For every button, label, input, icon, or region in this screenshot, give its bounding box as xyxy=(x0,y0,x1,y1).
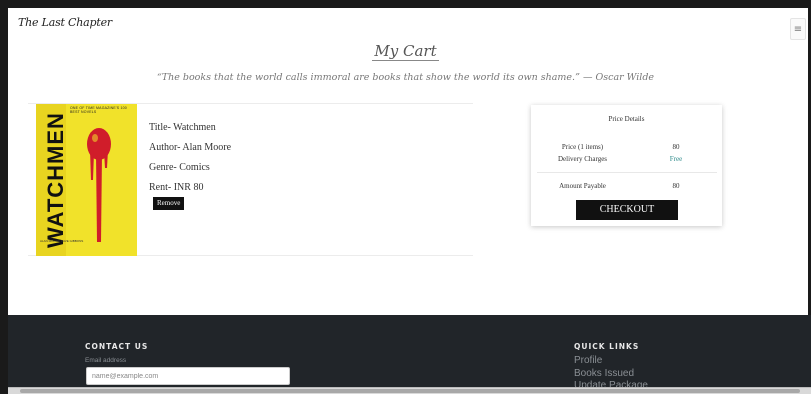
total-label: Amount Payable xyxy=(559,182,606,190)
delivery-value: Free xyxy=(669,155,683,163)
cover-credits: ALAN MOORE DAVE GIBBONS xyxy=(40,239,84,243)
quick-links-heading: QUICK LINKS xyxy=(574,342,640,351)
cart-item: ONE OF TIME MAGAZINE'S 100 BEST NOVELS W… xyxy=(28,103,473,256)
page-quote: “The books that the world calls immoral … xyxy=(156,72,655,83)
brand-logo[interactable]: The Last Chapter xyxy=(18,16,112,29)
blood-drip-graphic xyxy=(87,128,111,242)
book-cover-image: ONE OF TIME MAGAZINE'S 100 BEST NOVELS W… xyxy=(36,104,137,256)
cover-tagline: ONE OF TIME MAGAZINE'S 100 BEST NOVELS xyxy=(70,106,127,114)
hamburger-icon: ≡ xyxy=(793,23,803,35)
window-frame-top xyxy=(0,0,811,8)
price-details-card: Price Details Price (1 items) 80 Deliver… xyxy=(531,105,722,226)
scrollbar-thumb[interactable] xyxy=(20,389,800,393)
email-field[interactable] xyxy=(86,367,290,385)
horizontal-scrollbar[interactable] xyxy=(8,387,811,394)
page-title-text: My Cart xyxy=(372,42,439,61)
price-label: Price (1 items) xyxy=(561,143,604,151)
quick-link-books-issued[interactable]: Books Issued xyxy=(574,368,634,380)
navbar: The Last Chapter ≡ xyxy=(8,8,808,40)
quick-link-profile[interactable]: Profile xyxy=(574,355,602,367)
book-rent: Rent- INR 80 xyxy=(149,182,204,193)
checkout-button[interactable]: CHECKOUT xyxy=(576,200,678,220)
book-genre: Genre- Comics xyxy=(149,162,210,173)
total-value: 80 xyxy=(672,182,680,190)
delivery-label: Delivery Charges xyxy=(557,155,608,163)
contact-us-heading: CONTACT US xyxy=(85,342,149,351)
price-details-title: Price Details xyxy=(608,115,645,123)
menu-toggle-button[interactable]: ≡ xyxy=(790,18,806,40)
price-divider xyxy=(537,172,717,173)
email-label: Email address xyxy=(85,357,127,364)
price-value: 80 xyxy=(672,143,680,151)
book-title: Title- Watchmen xyxy=(149,122,216,133)
book-author: Author- Alan Moore xyxy=(149,142,232,153)
page-title: My Cart xyxy=(0,42,811,61)
cover-title: WATCHMEN xyxy=(43,112,68,248)
footer: CONTACT US Email address QUICK LINKS Pro… xyxy=(8,315,811,394)
remove-button[interactable]: Remove xyxy=(153,197,185,210)
book-details: Title- Watchmen Author- Alan Moore Genre… xyxy=(149,118,231,198)
